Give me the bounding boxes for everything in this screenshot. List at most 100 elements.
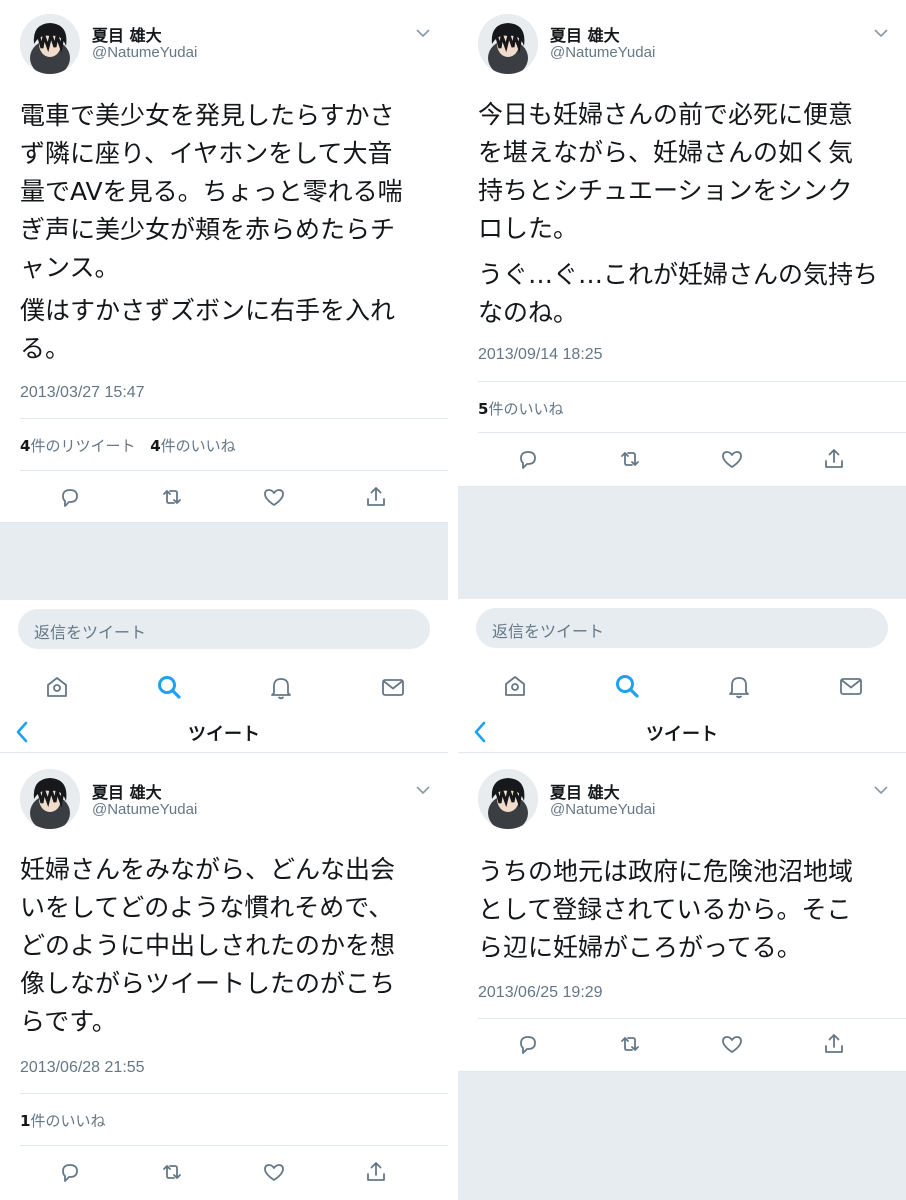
tweet-timestamp[interactable]: 2013/06/28 21:55 (20, 1059, 145, 1077)
like-count-link[interactable]: 4件のいいね (150, 437, 235, 455)
home-icon[interactable] (501, 672, 529, 700)
notifications-icon[interactable] (267, 673, 295, 701)
like-count-label: 件のいいね (30, 1112, 106, 1130)
reply-bar: 返信をツイート (0, 600, 448, 658)
nav-bar: ツイート (458, 713, 906, 753)
tweet-panel-top-left: 夏目 雄大 @NatumeYudai 電車で美少女を発見したらすかさ ず隣に座り… (0, 0, 448, 713)
search-icon[interactable] (155, 673, 183, 701)
tweet-text-paragraph-2: 僕はすかさずズボンに右手を入れ る。 (20, 296, 396, 363)
panel-gutter (448, 0, 458, 1200)
avatar[interactable] (20, 769, 80, 829)
like-count-label: 件のいいね (488, 400, 564, 418)
divider (20, 418, 448, 419)
display-name[interactable]: 夏目 雄大 (550, 779, 620, 803)
display-name[interactable]: 夏目 雄大 (92, 22, 162, 46)
bottom-tab-bar (458, 664, 906, 710)
divider (20, 470, 448, 471)
avatar-image (20, 769, 80, 829)
like-count-label: 件のいいね (160, 437, 236, 455)
tweet-actions (458, 446, 906, 476)
avatar[interactable] (478, 14, 538, 74)
avatar-image (478, 769, 538, 829)
display-name[interactable]: 夏目 雄大 (550, 22, 620, 46)
tweet-actions (458, 1031, 906, 1061)
reply-icon[interactable] (57, 1159, 83, 1185)
share-icon[interactable] (821, 446, 847, 472)
tweet-panel-bottom-right: ツイート 夏目 雄大 @NatumeYudai うちの地元は政府に危険池沼地域 … (458, 713, 906, 1200)
share-icon[interactable] (363, 1159, 389, 1185)
caret-down-icon[interactable] (416, 785, 430, 795)
tweet-panel-bottom-left: ツイート 夏目 雄大 @NatumeYudai 妊婦さんをみながら、どんな出会 … (0, 713, 448, 1200)
notifications-icon[interactable] (725, 672, 753, 700)
messages-icon[interactable] (379, 673, 407, 701)
empty-background (458, 487, 906, 599)
empty-background (0, 523, 448, 600)
tweet-timestamp[interactable]: 2013/06/25 19:29 (478, 984, 603, 1002)
tweet-stats: 1件のいいね (20, 1110, 115, 1131)
retweet-count-label: 件のリツイート (30, 437, 136, 455)
share-icon[interactable] (821, 1031, 847, 1057)
like-icon[interactable] (719, 1031, 745, 1057)
empty-background (458, 1072, 906, 1200)
tweet-actions (0, 1159, 448, 1189)
tweet-stats: 4件のリツイート 4件のいいね (20, 435, 246, 456)
reply-bar: 返信をツイート (458, 599, 906, 657)
tweet-actions (0, 484, 448, 514)
avatar-image (20, 14, 80, 74)
retweet-icon[interactable] (159, 484, 185, 510)
reply-placeholder: 返信をツイート (34, 623, 147, 642)
tweet-timestamp[interactable]: 2013/03/27 15:47 (20, 384, 145, 402)
like-icon[interactable] (261, 1159, 287, 1185)
avatar[interactable] (478, 769, 538, 829)
divider (478, 1018, 906, 1019)
tweet-timestamp[interactable]: 2013/09/14 18:25 (478, 346, 603, 364)
retweet-count: 4 (20, 437, 31, 455)
reply-icon[interactable] (515, 446, 541, 472)
user-handle[interactable]: @NatumeYudai (550, 44, 655, 61)
retweet-icon[interactable] (617, 1031, 643, 1057)
reply-placeholder: 返信をツイート (492, 622, 605, 641)
divider (478, 381, 906, 382)
caret-down-icon[interactable] (874, 785, 888, 795)
tweet-text: 電車で美少女を発見したらすかさ ず隣に座り、イヤホンをして大音 量でAVを見る。… (20, 101, 403, 282)
page-title: ツイート (646, 724, 718, 745)
user-handle[interactable]: @NatumeYudai (550, 801, 655, 818)
like-count: 4 (150, 437, 161, 455)
retweet-icon[interactable] (159, 1159, 185, 1185)
tweet-stats: 5件のいいね (478, 398, 573, 419)
like-icon[interactable] (719, 446, 745, 472)
like-count: 1 (20, 1112, 31, 1130)
tweet-text: うちの地元は政府に危険池沼地域 として登録されているから。そこ ら辺に妊婦がころ… (478, 857, 854, 962)
home-icon[interactable] (43, 673, 71, 701)
share-icon[interactable] (363, 484, 389, 510)
page-title: ツイート (188, 724, 260, 745)
reply-input[interactable]: 返信をツイート (476, 608, 888, 648)
retweet-count-link[interactable]: 4件のリツイート (20, 437, 135, 455)
divider (20, 1145, 448, 1146)
search-icon[interactable] (613, 672, 641, 700)
avatar[interactable] (20, 14, 80, 74)
retweet-icon[interactable] (617, 446, 643, 472)
bottom-tab-bar (0, 665, 448, 711)
user-handle[interactable]: @NatumeYudai (92, 44, 197, 61)
tweet-text: 今日も妊婦さんの前で必死に便意 を堪えながら、妊婦さんの如く気 持ちとシチュエー… (478, 100, 854, 243)
like-count-link[interactable]: 1件のいいね (20, 1112, 105, 1130)
avatar-image (478, 14, 538, 74)
tweet-panel-top-right: 夏目 雄大 @NatumeYudai 今日も妊婦さんの前で必死に便意 を堪えなが… (458, 0, 906, 713)
nav-bar: ツイート (0, 713, 448, 753)
messages-icon[interactable] (837, 672, 865, 700)
like-count: 5 (478, 400, 489, 418)
display-name[interactable]: 夏目 雄大 (92, 779, 162, 803)
tweet-text-paragraph-2: うぐ…ぐ…これが妊婦さんの気持ち なのね。 (478, 260, 879, 327)
reply-input[interactable]: 返信をツイート (18, 609, 430, 649)
like-icon[interactable] (261, 484, 287, 510)
like-count-link[interactable]: 5件のいいね (478, 400, 563, 418)
caret-down-icon[interactable] (874, 28, 888, 38)
reply-icon[interactable] (515, 1031, 541, 1057)
divider (478, 432, 906, 433)
user-handle[interactable]: @NatumeYudai (92, 801, 197, 818)
reply-icon[interactable] (57, 484, 83, 510)
divider (20, 1093, 448, 1094)
caret-down-icon[interactable] (416, 28, 430, 38)
tweet-text: 妊婦さんをみながら、どんな出会 いをしてどのような慣れそめで、 どのように中出し… (20, 855, 396, 1036)
